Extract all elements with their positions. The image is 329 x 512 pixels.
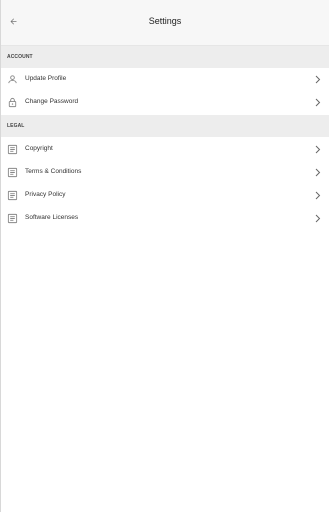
item-label: Change Password	[25, 98, 79, 105]
item-label: Update Profile	[25, 75, 67, 82]
app-bar: Settings	[1, 0, 329, 46]
chevron-right-icon	[315, 145, 321, 154]
chevron-right-icon	[315, 75, 321, 84]
item-label: Software Licenses	[25, 214, 79, 221]
section-title: LEGAL	[7, 123, 25, 129]
settings-item-terms-conditions[interactable]: Terms & Conditions	[1, 161, 329, 184]
page-title: Settings	[148, 16, 182, 26]
section-header-account: ACCOUNT	[1, 46, 329, 68]
document-icon	[7, 190, 18, 201]
chevron-right-icon	[315, 191, 321, 200]
section-header-legal: LEGAL	[1, 115, 329, 137]
lock-icon	[8, 97, 17, 108]
chevron-right-icon	[315, 98, 321, 107]
settings-screen: Settings ACCOUNT Update Profile Change P…	[0, 0, 329, 512]
settings-item-privacy-policy[interactable]: Privacy Policy	[1, 184, 329, 207]
person-icon	[8, 75, 17, 84]
item-label: Terms & Conditions	[25, 168, 82, 175]
document-icon	[7, 167, 18, 178]
item-label: Copyright	[25, 145, 53, 152]
item-label: Privacy Policy	[25, 191, 66, 198]
chevron-right-icon	[315, 214, 321, 223]
chevron-right-icon	[315, 168, 321, 177]
settings-item-change-password[interactable]: Change Password	[1, 91, 329, 114]
document-icon	[7, 213, 18, 224]
settings-item-software-licenses[interactable]: Software Licenses	[1, 207, 329, 230]
settings-item-copyright[interactable]: Copyright	[1, 138, 329, 161]
settings-item-update-profile[interactable]: Update Profile	[1, 68, 329, 91]
document-icon	[7, 144, 18, 155]
section-title: ACCOUNT	[7, 54, 33, 60]
